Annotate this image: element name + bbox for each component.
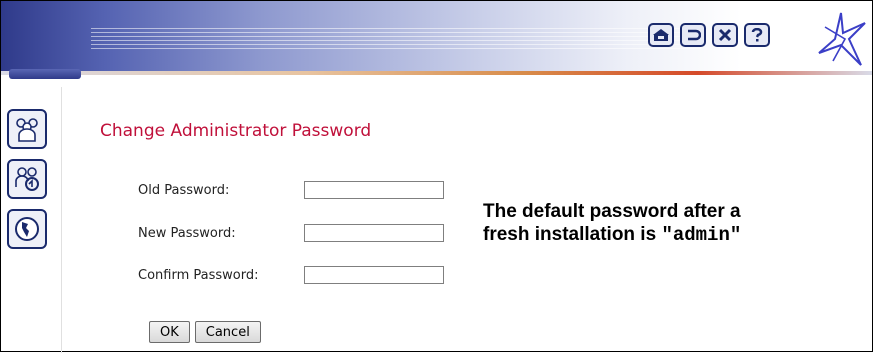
note-line-1: The default password after a	[483, 201, 741, 222]
window-frame: Change Administrator Password Old Passwo…	[0, 0, 873, 353]
header-banner	[1, 1, 872, 71]
toolbar	[648, 23, 770, 47]
user-group-refresh-icon[interactable]	[7, 159, 47, 199]
ok-button[interactable]: OK	[149, 321, 190, 343]
help-icon[interactable]	[744, 23, 770, 47]
star-logo	[815, 9, 867, 73]
form-buttons: OK Cancel	[149, 321, 261, 343]
cancel-button[interactable]: Cancel	[194, 321, 261, 343]
left-nav	[7, 109, 47, 259]
close-icon[interactable]	[712, 23, 738, 47]
new-password-field[interactable]	[304, 224, 444, 242]
header-accent-bar	[1, 71, 872, 75]
home-icon[interactable]	[648, 23, 674, 47]
old-password-row: Old Password:	[138, 179, 444, 201]
default-password-note: The default password after a fresh insta…	[483, 200, 741, 247]
note-line-2-prefix: fresh installation is	[483, 224, 662, 245]
banner-decor-lines	[91, 28, 701, 49]
note-default-password: "admin"	[661, 224, 742, 246]
confirm-password-row: Confirm Password:	[138, 264, 444, 286]
globe-icon[interactable]	[7, 209, 47, 249]
new-password-row: New Password:	[138, 222, 444, 244]
note-line-2: fresh installation is "admin"	[483, 223, 741, 247]
old-password-label: Old Password:	[138, 182, 230, 198]
nav-divider	[61, 87, 62, 353]
confirm-password-label: Confirm Password:	[138, 267, 259, 283]
confirm-password-field[interactable]	[304, 266, 444, 284]
page-title: Change Administrator Password	[100, 121, 372, 141]
old-password-field[interactable]	[304, 181, 444, 199]
back-icon[interactable]	[680, 23, 706, 47]
new-password-label: New Password:	[138, 225, 236, 241]
users-icon[interactable]	[7, 109, 47, 149]
nav-tab-handle	[9, 69, 81, 79]
